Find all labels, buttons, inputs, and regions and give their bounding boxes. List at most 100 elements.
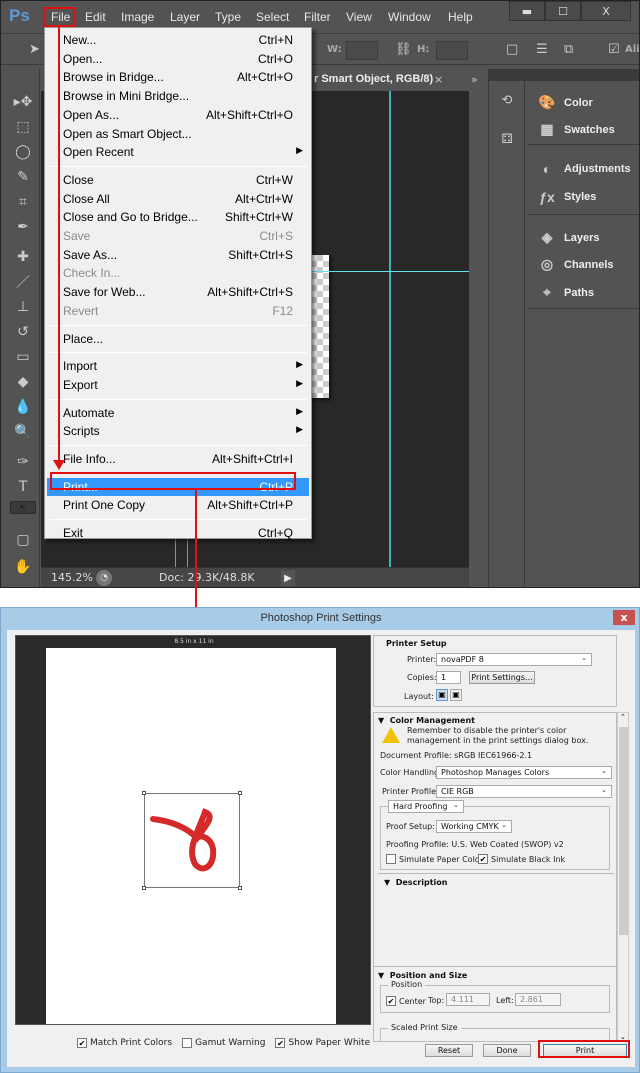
resize-handle[interactable] — [238, 886, 242, 890]
menu-item-scripts[interactable]: Scripts ▶ — [47, 422, 309, 440]
menu-edit[interactable]: Edit — [85, 10, 106, 24]
panel-tab-color[interactable]: 🎨 Color — [536, 94, 592, 111]
menu-item-close-and-go-to-bridge[interactable]: Close and Go to Bridge... Shift+Ctrl+W — [47, 208, 309, 226]
panel-tab-adjustments[interactable]: ◐ Adjustments — [536, 161, 631, 177]
proof-setup-select[interactable]: Working CMYK ⌄ — [436, 820, 512, 833]
color-management-toggle[interactable]: ▼ Color Management — [378, 716, 475, 725]
scroll-up-icon[interactable]: ⌃ — [620, 713, 626, 721]
path-alignment-icon[interactable]: ☰ — [536, 42, 548, 57]
link-icon[interactable]: ⛓ — [395, 42, 412, 57]
panel-tab-paths[interactable]: ⌖ Paths — [536, 284, 594, 301]
color-handling-select[interactable]: Photoshop Manages Colors ⌄ — [436, 766, 612, 779]
done-button[interactable]: Done — [483, 1044, 531, 1057]
gamut-warning-checkbox[interactable]: Gamut Warning — [182, 1038, 265, 1048]
image-bounding-box[interactable] — [142, 791, 242, 890]
panel-tab-layers[interactable]: ◈ Layers — [536, 229, 600, 246]
resize-handle[interactable] — [142, 791, 146, 795]
checkbox[interactable]: ✔ — [478, 854, 488, 864]
path-arrangement-icon[interactable]: ⧉ — [564, 42, 573, 57]
panel-tab-styles[interactable]: ƒx Styles — [536, 189, 596, 205]
guide-vertical[interactable] — [175, 539, 176, 567]
center-checkbox[interactable]: ✔ Center — [386, 996, 426, 1006]
menu-item-open-as-smart-object[interactable]: Open as Smart Object... — [47, 125, 309, 143]
menu-item-close-all[interactable]: Close All Alt+Ctrl+W — [47, 190, 309, 208]
dodge-tool-icon[interactable]: 🔍 — [10, 421, 36, 443]
zoom-level[interactable]: 145.2% — [51, 571, 93, 584]
maximize-button[interactable]: ☐ — [545, 1, 581, 21]
landscape-layout-button[interactable]: ▣ — [450, 689, 462, 701]
path-selection-tool-icon[interactable]: ↖ — [10, 501, 36, 514]
menu-type[interactable]: Type — [215, 10, 241, 24]
menu-item-file-info[interactable]: File Info... Alt+Shift+Ctrl+I — [47, 450, 309, 468]
marquee-tool-icon[interactable]: ⬚ — [10, 116, 36, 138]
hand-tool-icon[interactable]: ✋ — [10, 556, 36, 578]
more-tabs-icon[interactable]: » — [471, 73, 478, 86]
menu-item-export[interactable]: Export ▶ — [47, 376, 309, 394]
move-tool-preset-icon[interactable]: ➤ — [29, 42, 40, 57]
move-tool-icon[interactable]: ▸✥ — [10, 91, 36, 113]
menu-item-exit[interactable]: Exit Ctrl+Q — [47, 524, 309, 542]
settings-scrollbar[interactable]: ⌃ ⌄ — [617, 712, 629, 1042]
show-paper-white-checkbox[interactable]: ✔ Show Paper White — [275, 1038, 370, 1048]
eraser-tool-icon[interactable]: ▭ — [10, 346, 36, 368]
position-size-toggle[interactable]: ▼ Position and Size — [378, 971, 467, 980]
panel-tab-swatches[interactable]: ▦ Swatches — [536, 121, 614, 138]
clone-stamp-tool-icon[interactable]: ⊥ — [10, 296, 36, 318]
crop-tool-icon[interactable]: ⌗ — [10, 191, 36, 213]
description-toggle[interactable]: ▼ Description — [384, 878, 447, 887]
menu-item-close[interactable]: Close Ctrl+W — [47, 171, 309, 189]
guide-vertical[interactable] — [389, 91, 391, 567]
guide-horizontal[interactable] — [311, 271, 469, 272]
top-input[interactable]: 4.111 — [446, 993, 490, 1006]
menu-select[interactable]: Select — [256, 10, 289, 24]
pen-tool-icon[interactable]: ✑ — [10, 451, 36, 473]
status-menu-arrow-icon[interactable]: ▶ — [281, 570, 295, 586]
menu-item-browse-in-mini-bridge[interactable]: Browse in Mini Bridge... — [47, 87, 309, 105]
resize-handle[interactable] — [142, 886, 146, 890]
properties-panel-icon[interactable]: ⚃ — [494, 128, 520, 150]
menu-item-import[interactable]: Import ▶ — [47, 357, 309, 375]
checkbox[interactable]: ✔ — [386, 996, 396, 1006]
dialog-close-button[interactable]: x — [613, 610, 635, 625]
healing-brush-tool-icon[interactable]: ✚ — [10, 246, 36, 268]
left-input[interactable]: 2.861 — [515, 993, 561, 1006]
printer-profile-select[interactable]: CIE RGB ⌄ — [436, 785, 612, 798]
resize-handle[interactable] — [238, 791, 242, 795]
blur-tool-icon[interactable]: 💧 — [10, 396, 36, 418]
menu-item-open[interactable]: Open... Ctrl+O — [47, 50, 309, 68]
height-input[interactable] — [436, 41, 468, 60]
panel-collapse-bar[interactable] — [488, 69, 639, 81]
menu-help[interactable]: Help — [448, 10, 473, 24]
menu-item-browse-in-bridge[interactable]: Browse in Bridge... Alt+Ctrl+O — [47, 68, 309, 86]
menu-item-save-for-web[interactable]: Save for Web... Alt+Shift+Ctrl+S — [47, 283, 309, 301]
align-edges-checkbox[interactable]: ☑ — [608, 42, 620, 57]
scrollbar-thumb[interactable] — [619, 727, 628, 935]
match-print-colors-checkbox[interactable]: ✔ Match Print Colors — [77, 1038, 172, 1048]
proofing-mode-select[interactable]: Hard Proofing ⌄ — [388, 800, 464, 813]
brush-tool-icon[interactable]: ／ — [10, 271, 36, 293]
checkbox[interactable]: ✔ — [275, 1038, 286, 1048]
menu-item-new[interactable]: New... Ctrl+N — [47, 31, 309, 49]
menu-item-open-recent[interactable]: Open Recent ▶ — [47, 143, 309, 161]
menu-item-open-as[interactable]: Open As... Alt+Shift+Ctrl+O — [47, 106, 309, 124]
status-info-icon[interactable]: ◔ — [96, 570, 112, 586]
menu-window[interactable]: Window — [388, 10, 431, 24]
menu-item-save-as[interactable]: Save As... Shift+Ctrl+S — [47, 246, 309, 264]
print-settings-button[interactable]: Print Settings... — [469, 671, 535, 684]
menu-item-place[interactable]: Place... — [47, 330, 309, 348]
menu-filter[interactable]: Filter — [304, 10, 331, 24]
menu-item-print-one-copy[interactable]: Print One Copy Alt+Shift+Ctrl+P — [47, 496, 309, 514]
menu-view[interactable]: View — [346, 10, 372, 24]
width-input[interactable] — [346, 41, 378, 60]
simulate-black-ink-checkbox[interactable]: ✔ Simulate Black Ink — [478, 854, 565, 864]
quick-selection-tool-icon[interactable]: ✎ — [10, 166, 36, 188]
checkbox[interactable]: ✔ — [77, 1038, 87, 1048]
menu-item-save[interactable]: Save Ctrl+S — [47, 227, 309, 245]
checkbox[interactable] — [182, 1038, 193, 1048]
panel-tab-channels[interactable]: ◎ Channels — [536, 256, 614, 273]
reset-button[interactable]: Reset — [425, 1044, 473, 1057]
shape-tool-icon[interactable]: ▢ — [10, 529, 36, 551]
printer-select[interactable]: novaPDF 8 ⌄ — [436, 653, 592, 666]
type-tool-icon[interactable]: T — [10, 476, 36, 498]
history-brush-tool-icon[interactable]: ↺ — [10, 321, 36, 343]
